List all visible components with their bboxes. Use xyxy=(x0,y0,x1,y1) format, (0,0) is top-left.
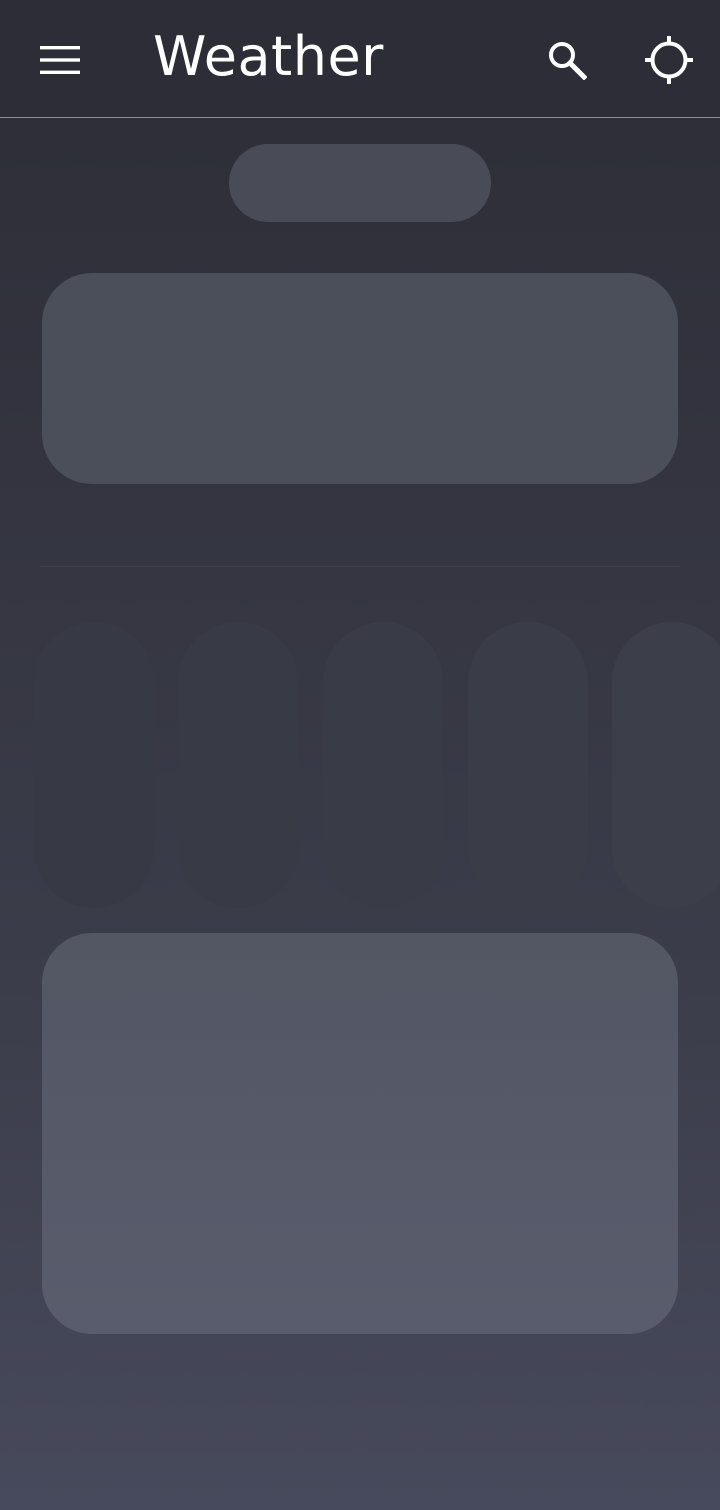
menu-icon xyxy=(40,46,80,74)
current-weather-placeholder xyxy=(42,273,678,484)
gps-location-icon xyxy=(645,36,693,84)
hourly-forecast-placeholder xyxy=(323,622,443,908)
hourly-forecast-placeholder xyxy=(468,622,588,908)
location-name-placeholder xyxy=(229,144,491,222)
search-button[interactable] xyxy=(537,30,597,90)
daily-forecast-placeholder xyxy=(42,933,678,1334)
hourly-forecast-placeholder xyxy=(612,622,720,908)
app-bar: Weather xyxy=(0,0,720,118)
menu-button[interactable] xyxy=(30,30,90,90)
hourly-forecast-placeholder xyxy=(34,622,154,908)
app-title: Weather xyxy=(153,25,384,88)
current-location-button[interactable] xyxy=(638,29,700,91)
section-divider xyxy=(40,566,680,567)
hourly-forecast-placeholder xyxy=(178,622,298,908)
search-icon xyxy=(549,42,587,80)
